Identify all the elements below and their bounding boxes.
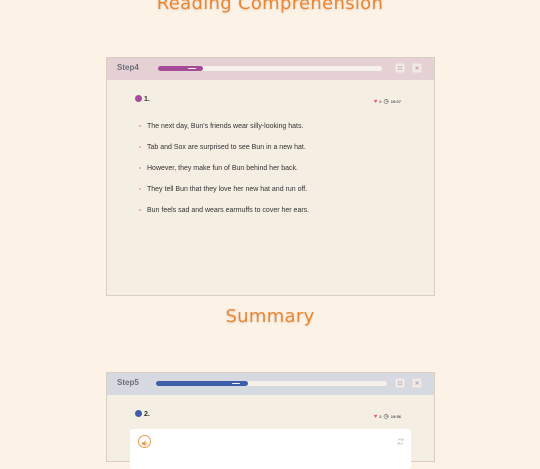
step5-question: 2.	[135, 410, 150, 418]
clock-icon: ◷	[383, 414, 389, 420]
step4-panel: Step4 1. ♥ 2 ◷ 19:07 The next day, Bun's…	[106, 57, 435, 296]
speaker-icon	[142, 440, 148, 447]
step5-progress-bar	[156, 381, 387, 386]
close-icon	[415, 66, 419, 70]
summary-answer-box[interactable]	[130, 429, 411, 469]
speaker-button[interactable]	[138, 435, 151, 448]
sentence-item[interactable]: Bun feels sad and wears earmuffs to cove…	[139, 207, 309, 228]
sentence-item[interactable]: Tab and Sox are surprised to see Bun in …	[139, 144, 309, 165]
sentence-text: Bun feels sad and wears earmuffs to cove…	[147, 207, 310, 214]
sentence-item[interactable]: However, they make fun of Bun behind her…	[139, 165, 309, 186]
step4-question-number: 1.	[144, 96, 150, 103]
close-button[interactable]	[412, 63, 422, 73]
step5-label: Step5	[117, 378, 139, 387]
sentence-text: They tell Bun that they love her new hat…	[147, 186, 308, 193]
question-badge-icon	[135, 95, 142, 102]
step5-timer: 19:56	[390, 414, 401, 419]
step5-hearts: 2	[379, 414, 382, 419]
question-badge-icon	[135, 410, 142, 417]
step4-label: Step4	[117, 63, 139, 72]
reading-comprehension-title: Reading Comprehension	[156, 0, 384, 14]
step5-stats: ♥ 2 ◷ 19:56	[373, 413, 401, 421]
grid-button[interactable]	[395, 63, 405, 73]
step4-hearts: 2	[379, 99, 382, 104]
step4-stats: ♥ 2 ◷ 19:07	[373, 98, 401, 106]
bullet-icon	[139, 125, 141, 127]
grid-icon	[398, 66, 402, 70]
step5-question-number: 2.	[144, 411, 150, 418]
sentence-text: The next day, Bun's friends wear silly-l…	[147, 123, 304, 130]
step4-timer: 19:07	[390, 99, 401, 104]
bullet-icon	[139, 188, 141, 190]
heart-icon: ♥	[373, 98, 378, 105]
summary-title: Summary	[225, 306, 315, 327]
step4-progress-bar	[158, 66, 382, 71]
heart-icon: ♥	[373, 413, 378, 420]
step5-panel: Step5 2. ♥ 2 ◷ 19:56	[106, 372, 435, 469]
step5-header: Step5	[107, 373, 434, 395]
close-icon	[415, 381, 419, 385]
step4-progress-fill	[158, 66, 203, 71]
bullet-icon	[139, 146, 141, 148]
sentence-list: The next day, Bun's friends wear silly-l…	[139, 123, 309, 228]
step5-progress-thumb	[232, 383, 240, 384]
sentence-text: Tab and Sox are surprised to see Bun in …	[147, 144, 306, 151]
grid-icon	[398, 381, 402, 385]
step4-header: Step4	[107, 58, 434, 80]
bullet-icon	[139, 209, 141, 211]
sentence-text: However, they make fun of Bun behind her…	[147, 165, 298, 172]
step4-progress-thumb	[188, 68, 196, 69]
grid-button[interactable]	[395, 378, 405, 388]
bullet-icon	[139, 167, 141, 169]
clock-icon: ◷	[383, 99, 389, 105]
sentence-item[interactable]: They tell Bun that they love her new hat…	[139, 186, 309, 207]
sentence-item[interactable]: The next day, Bun's friends wear silly-l…	[139, 123, 309, 144]
close-button[interactable]	[412, 378, 422, 388]
refresh-icon[interactable]	[396, 437, 405, 446]
step4-question: 1.	[135, 95, 150, 103]
